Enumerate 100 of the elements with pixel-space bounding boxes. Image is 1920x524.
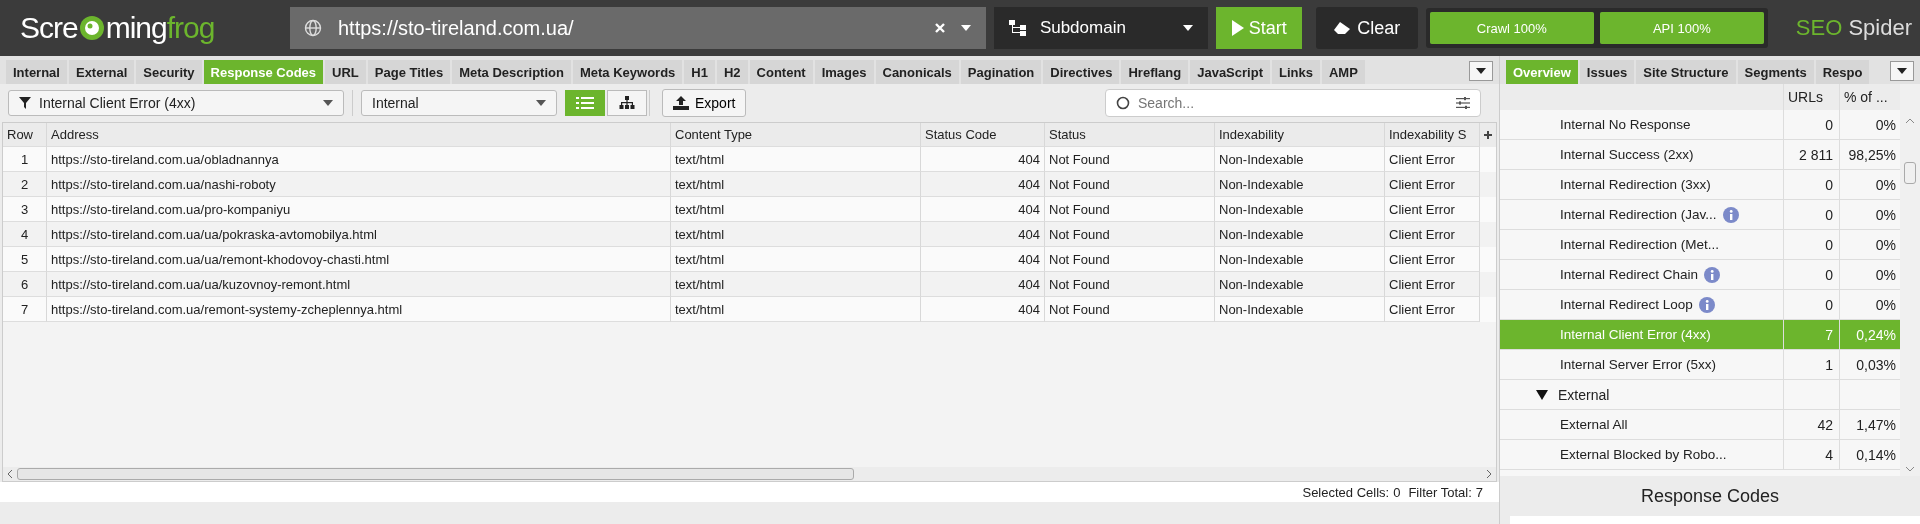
info-icon[interactable] — [1722, 206, 1739, 223]
table-cell: text/html — [671, 297, 921, 322]
tab[interactable]: Internal — [6, 60, 67, 84]
app-logo: Scre mingfrog — [19, 11, 216, 45]
filter-settings-icon[interactable] — [1456, 97, 1470, 109]
overview-row[interactable]: Internal Redirect Loop 0 0% — [1500, 290, 1900, 320]
group-label: External — [1558, 386, 1610, 403]
table-cell: Non-Indexable — [1215, 297, 1385, 322]
search-box[interactable]: Search... — [1105, 89, 1481, 117]
more-tabs-button[interactable] — [1890, 61, 1914, 81]
close-icon[interactable] — [933, 22, 946, 34]
tab[interactable]: Meta Keywords — [572, 60, 683, 84]
overview-row[interactable]: External Blocked by Robo... 4 0,14% — [1500, 440, 1900, 470]
url-count: 7 — [1825, 326, 1833, 343]
address-bar[interactable]: https://sto-tireland.com.ua/ — [289, 7, 986, 49]
upload-icon — [673, 96, 689, 110]
overview-row[interactable]: Internal No Response 0 0% — [1500, 110, 1900, 140]
item-label: Internal Redirect Chain — [1560, 267, 1699, 282]
caret-icon — [1476, 68, 1486, 74]
tab[interactable]: URL — [325, 60, 366, 84]
scrollbar-thumb[interactable] — [1904, 162, 1916, 184]
info-icon[interactable] — [1704, 266, 1721, 283]
percent-value: 0% — [1875, 176, 1896, 193]
tab[interactable]: Directives — [1043, 60, 1120, 84]
item-label: Internal Success (2xx) — [1560, 147, 1694, 162]
url-count: 0 — [1825, 266, 1833, 283]
table-cell: Client Error — [1385, 297, 1480, 322]
table-cell: Not Found — [1045, 297, 1215, 322]
search-field[interactable]: Search... — [1136, 94, 1450, 112]
status-value: 0 — [1393, 484, 1401, 500]
tab[interactable]: Images — [814, 60, 874, 84]
tab[interactable]: Hreflang — [1121, 60, 1189, 84]
tree-view-button[interactable] — [607, 90, 647, 116]
url-count: 0 — [1825, 206, 1833, 223]
tab[interactable]: Respo — [1815, 60, 1870, 84]
url-count: 42 — [1817, 416, 1833, 433]
percent-value: 0% — [1875, 236, 1896, 253]
tab[interactable]: External — [68, 60, 135, 84]
globe-icon — [303, 19, 322, 37]
tab[interactable]: H2 — [716, 60, 748, 84]
tab[interactable]: JavaScript — [1190, 60, 1270, 84]
scroll-down-icon[interactable] — [1905, 466, 1915, 472]
sitemap-icon — [619, 96, 635, 110]
item-label: Internal Redirection (3xx) — [1560, 177, 1711, 192]
scope-dropdown[interactable]: Internal — [361, 90, 557, 116]
expand-icon[interactable] — [1536, 389, 1548, 400]
overview-row[interactable]: Internal Redirection (Met... 0 0% — [1500, 230, 1900, 260]
overview-row[interactable]: Internal Redirection (Jav... 0 0% — [1500, 200, 1900, 230]
caret-icon — [1897, 68, 1907, 74]
tab[interactable]: Meta Description — [452, 60, 571, 84]
item-label: Internal Server Error (5xx) — [1560, 357, 1717, 372]
overview-row[interactable]: Internal Redirect Chain 0 0% — [1500, 260, 1900, 290]
url-count: 0 — [1825, 296, 1833, 313]
overview-row[interactable]: Internal Redirection (3xx) 0 0% — [1500, 170, 1900, 200]
percent-value: 0% — [1875, 296, 1896, 313]
table-cell: https://sto-tireland.com.ua/remont-systemy-zcheplennya.html — [47, 297, 671, 322]
url-field[interactable]: https://sto-tireland.com.ua/ — [335, 15, 920, 41]
export-button[interactable]: Export — [662, 89, 747, 117]
scroll-right-icon[interactable] — [1486, 469, 1492, 479]
filter-dropdown[interactable]: Internal Client Error (4xx) — [8, 90, 344, 116]
url-count: 0 — [1825, 176, 1833, 193]
frog-icon — [77, 14, 106, 42]
scroll-left-icon[interactable] — [7, 469, 13, 479]
overview-row[interactable]: External — [1500, 380, 1900, 410]
scroll-up-icon[interactable] — [1905, 118, 1915, 124]
percent-value: 0,03% — [1856, 356, 1896, 373]
url-count: 2 811 — [1799, 146, 1833, 163]
progress-bar: Crawl 100% — [1429, 12, 1594, 44]
tab[interactable]: Canonicals — [875, 60, 959, 84]
table-cell: 404 — [921, 297, 1045, 322]
percent-value: 0,14% — [1856, 446, 1896, 463]
tab[interactable]: Site Structure — [1636, 60, 1736, 84]
caret-icon[interactable] — [959, 24, 972, 32]
scrollbar-thumb[interactable] — [17, 468, 854, 480]
tab[interactable]: Content — [749, 60, 813, 84]
tab[interactable]: Page Titles — [367, 60, 451, 84]
tab[interactable]: AMP — [1321, 60, 1365, 84]
column-header[interactable]: % of ... — [1840, 84, 1900, 110]
overview-row[interactable]: Internal Success (2xx) 2 811 98,25% — [1500, 140, 1900, 170]
url-count: 4 — [1825, 446, 1833, 463]
percent-value: 0% — [1875, 266, 1896, 283]
mode-dropdown[interactable]: Subdomain — [993, 7, 1208, 49]
url-count: 0 — [1825, 236, 1833, 253]
item-label: Internal Redirect Loop — [1560, 297, 1693, 312]
url-count: 0 — [1825, 116, 1833, 133]
item-label: External All — [1560, 417, 1628, 432]
overview-row[interactable]: Internal Server Error (5xx) 1 0,03% — [1500, 350, 1900, 380]
tab[interactable]: H1 — [684, 60, 715, 84]
clear-button[interactable]: Clear — [1315, 7, 1418, 49]
percent-value: 0% — [1875, 116, 1896, 133]
more-tabs-button[interactable] — [1469, 61, 1493, 81]
status-value: 7 — [1475, 484, 1483, 500]
tab[interactable]: Pagination — [960, 60, 1042, 84]
tab[interactable]: Segments — [1737, 60, 1814, 84]
info-icon[interactable] — [1698, 296, 1715, 313]
tab[interactable]: Security — [136, 60, 202, 84]
tab[interactable]: Links — [1271, 60, 1320, 84]
url-count: 1 — [1825, 356, 1833, 373]
overview-row[interactable]: External All 42 1,47% — [1500, 410, 1900, 440]
tab[interactable]: Issues — [1579, 60, 1635, 84]
